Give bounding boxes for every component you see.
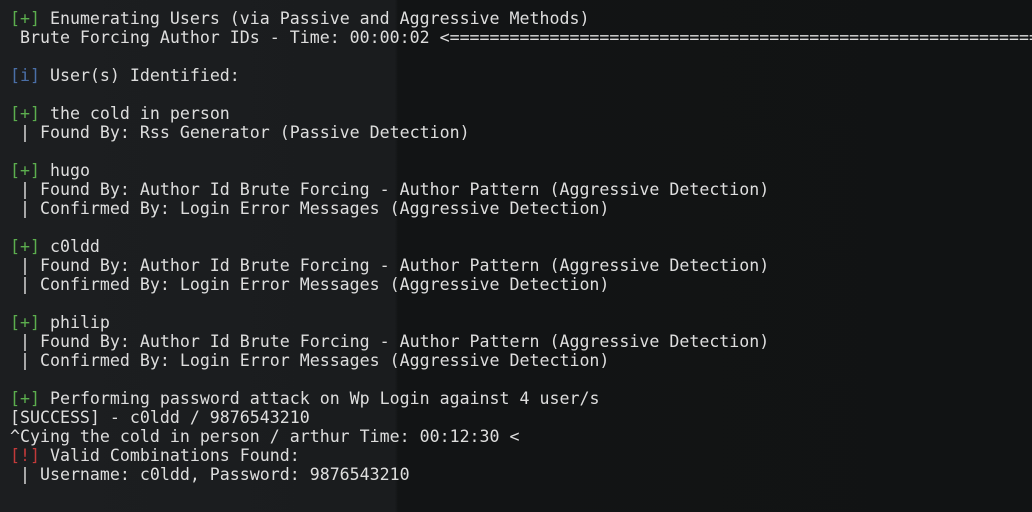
output-line: | Confirmed By: Login Error Messages (Ag… (10, 275, 1032, 294)
output-line: | Confirmed By: Login Error Messages (Ag… (10, 351, 1032, 370)
line-text: philip (39, 313, 110, 332)
output-line: | Found By: Author Id Brute Forcing - Au… (10, 332, 1032, 351)
line-text: User(s) Identified: (39, 66, 240, 85)
line-text: Valid Combinations Found: (39, 446, 300, 465)
output-line: [+] philip (10, 313, 1032, 332)
line-text: c0ldd (39, 237, 100, 256)
status-tag: [+] (10, 104, 40, 123)
line-text: | Confirmed By: Login Error Messages (Ag… (10, 199, 610, 218)
output-line: [+] hugo (10, 161, 1032, 180)
status-tag: [+] (10, 161, 40, 180)
line-text: | Found By: Rss Generator (Passive Detec… (10, 123, 470, 142)
output-line: ^Cying the cold in person / arthur Time:… (10, 427, 1032, 446)
output-line: [i] User(s) Identified: (10, 66, 1032, 85)
line-text: | Found By: Author Id Brute Forcing - Au… (10, 332, 770, 351)
output-line: [+] c0ldd (10, 237, 1032, 256)
output-line: | Confirmed By: Login Error Messages (Ag… (10, 199, 1032, 218)
status-tag: [+] (10, 389, 40, 408)
output-line: [SUCCESS] - c0ldd / 9876543210 (10, 408, 1032, 427)
line-text: ^Cying the cold in person / arthur Time:… (10, 427, 520, 446)
line-text: | Username: c0ldd, Password: 9876543210 (10, 465, 410, 484)
output-line: [+] Enumerating Users (via Passive and A… (10, 9, 1032, 28)
status-tag: [+] (10, 9, 40, 28)
line-text: | Confirmed By: Login Error Messages (Ag… (10, 351, 610, 370)
line-text: | Found By: Author Id Brute Forcing - Au… (10, 256, 770, 275)
output-line: | Found By: Author Id Brute Forcing - Au… (10, 180, 1032, 199)
status-tag: [+] (10, 237, 40, 256)
status-tag: [i] (10, 66, 40, 85)
line-text: | Confirmed By: Login Error Messages (Ag… (10, 275, 610, 294)
output-line: | Username: c0ldd, Password: 9876543210 (10, 465, 1032, 484)
output-line: | Found By: Author Id Brute Forcing - Au… (10, 256, 1032, 275)
line-text: hugo (39, 161, 90, 180)
output-line: [+] the cold in person (10, 104, 1032, 123)
terminal-output: [+] Enumerating Users (via Passive and A… (10, 9, 1032, 484)
line-text: Brute Forcing Author IDs - Time: 00:00:0… (10, 28, 1032, 47)
output-line: | Found By: Rss Generator (Passive Detec… (10, 123, 1032, 142)
output-line: [+] Performing password attack on Wp Log… (10, 389, 1032, 408)
line-text: Enumerating Users (via Passive and Aggre… (39, 9, 590, 28)
status-tag: [+] (10, 313, 40, 332)
line-text: | Found By: Author Id Brute Forcing - Au… (10, 180, 770, 199)
output-line: Brute Forcing Author IDs - Time: 00:00:0… (10, 28, 1032, 47)
line-text: the cold in person (39, 104, 230, 123)
terminal-window[interactable]: [+] Enumerating Users (via Passive and A… (0, 0, 1032, 512)
output-line: [!] Valid Combinations Found: (10, 446, 1032, 465)
line-text: Performing password attack on Wp Login a… (39, 389, 600, 408)
line-text: [SUCCESS] - c0ldd / 9876543210 (10, 408, 310, 427)
status-tag: [!] (10, 446, 40, 465)
